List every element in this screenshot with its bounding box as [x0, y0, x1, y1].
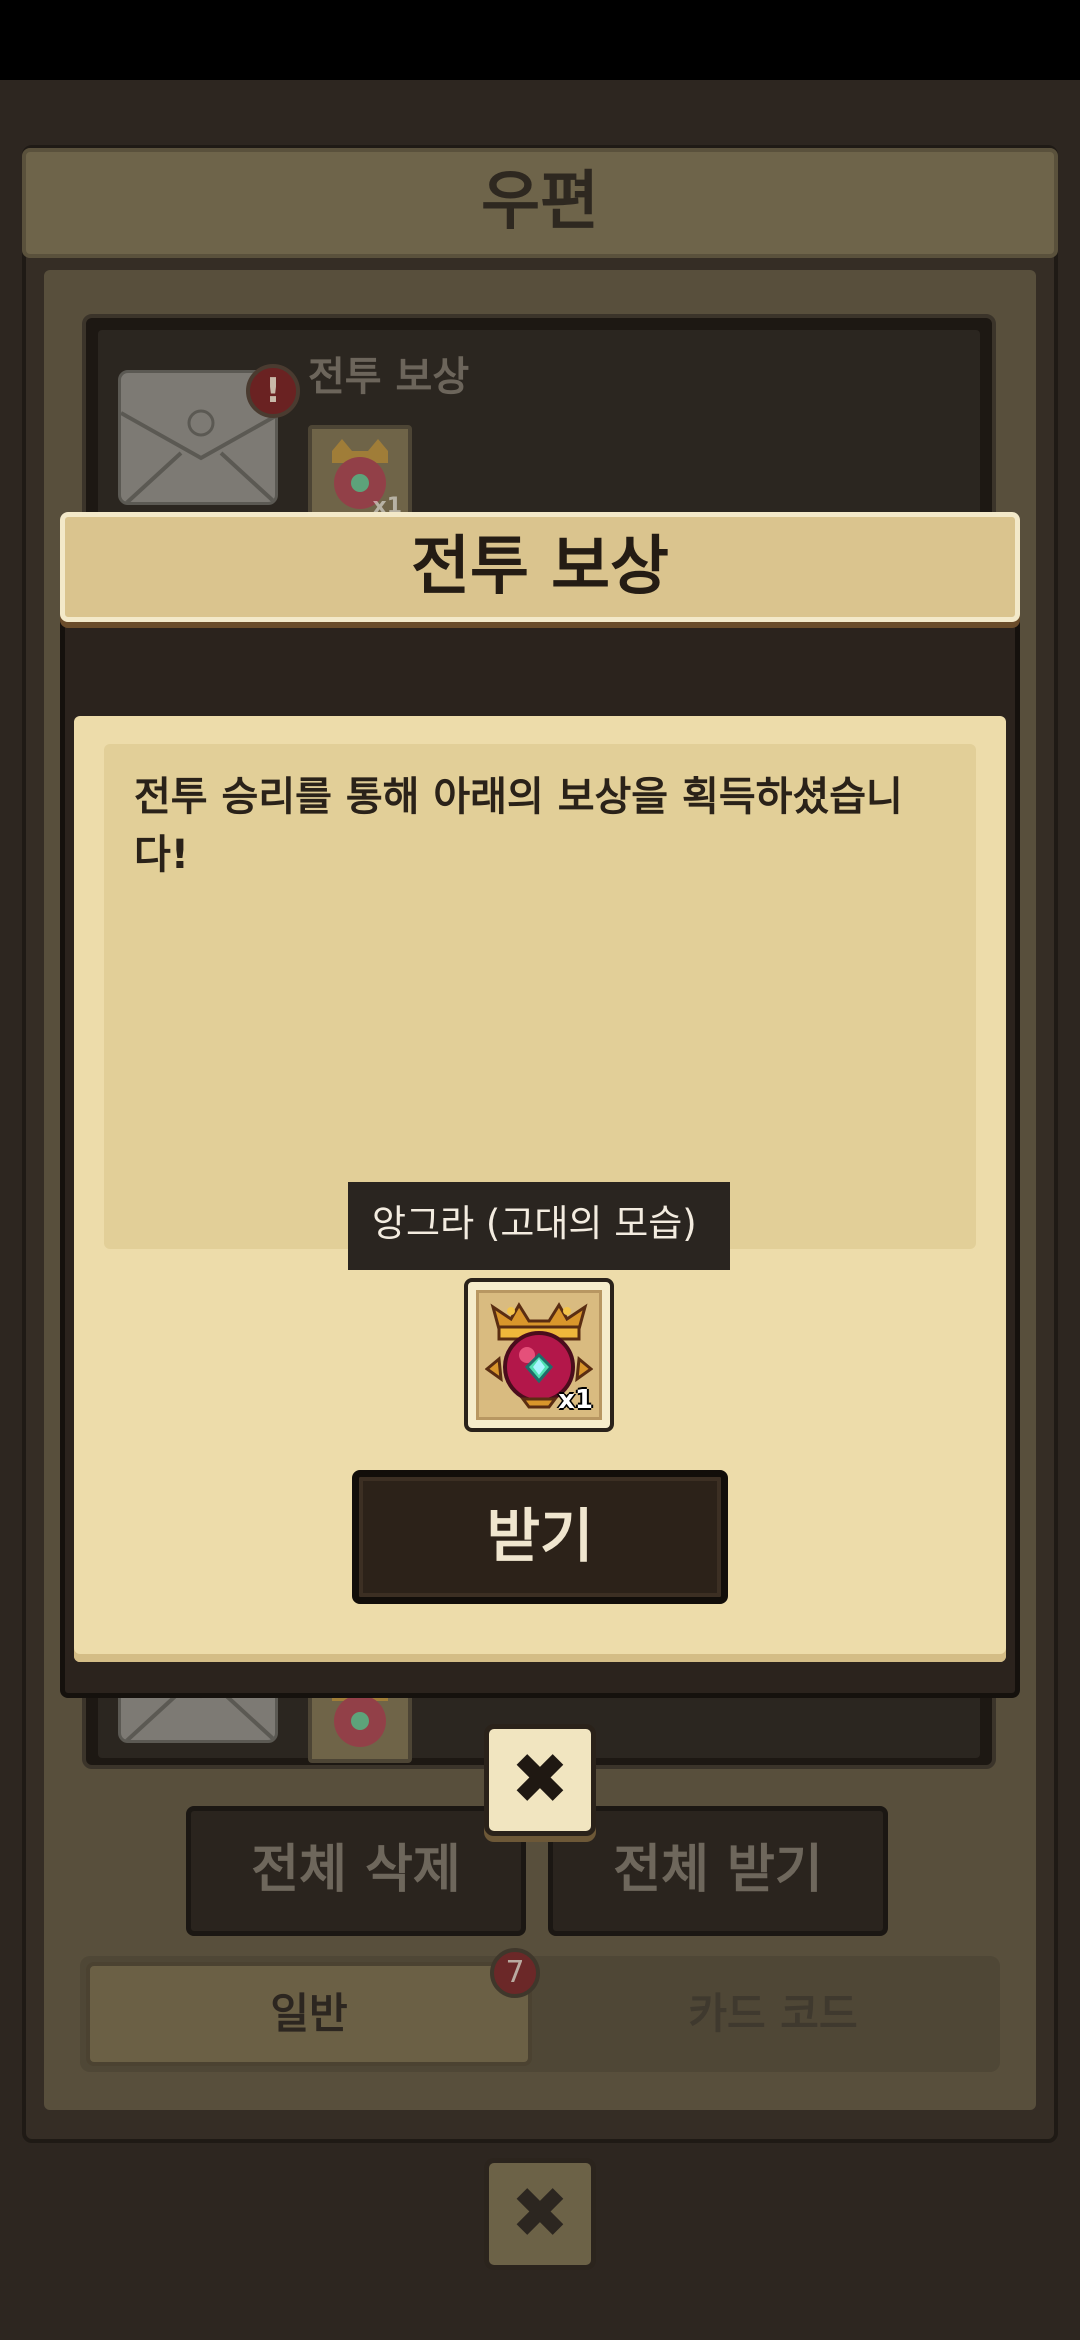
tab-general-count-badge: 7 [490, 1948, 540, 1998]
delete-all-button[interactable]: 전체 삭제 [186, 1806, 526, 1936]
claim-button[interactable]: 받기 [352, 1470, 728, 1604]
crowned-red-orb-icon: x1 [476, 1290, 602, 1420]
tab-card-code[interactable]: 카드 코드 [550, 1962, 996, 2066]
dialog-close-button[interactable]: ✖ [484, 1724, 596, 1836]
mailbox-close-button[interactable]: ✖ [484, 2158, 596, 2270]
reward-dialog-title: 전투 보상 [411, 530, 669, 604]
reward-item-slot[interactable]: x1 [464, 1278, 614, 1432]
mail-title: 전투 보상 [308, 354, 470, 400]
reward-name-tooltip: 앙그라 (고대의 모습) [348, 1182, 730, 1270]
reward-qty: x1 [558, 1385, 593, 1415]
reward-message: 전투 승리를 통해 아래의 보상을 획득하셨습니다! [134, 774, 903, 878]
mailbox-tabs: 일반 7 카드 코드 [80, 1948, 1000, 2072]
tab-general-label: 일반 [270, 1989, 348, 2038]
tab-general[interactable]: 일반 [86, 1962, 532, 2066]
receive-all-button[interactable]: 전체 받기 [548, 1806, 888, 1936]
status-bar [0, 0, 1080, 80]
mailbox-title: 우편 [22, 148, 1058, 258]
tab-card-code-label: 카드 코드 [688, 1989, 858, 2038]
mail-row[interactable]: ! 전투 보상 x1 [98, 330, 980, 525]
mail-reward-item: x1 [308, 425, 412, 525]
alert-icon: ! [246, 364, 300, 418]
